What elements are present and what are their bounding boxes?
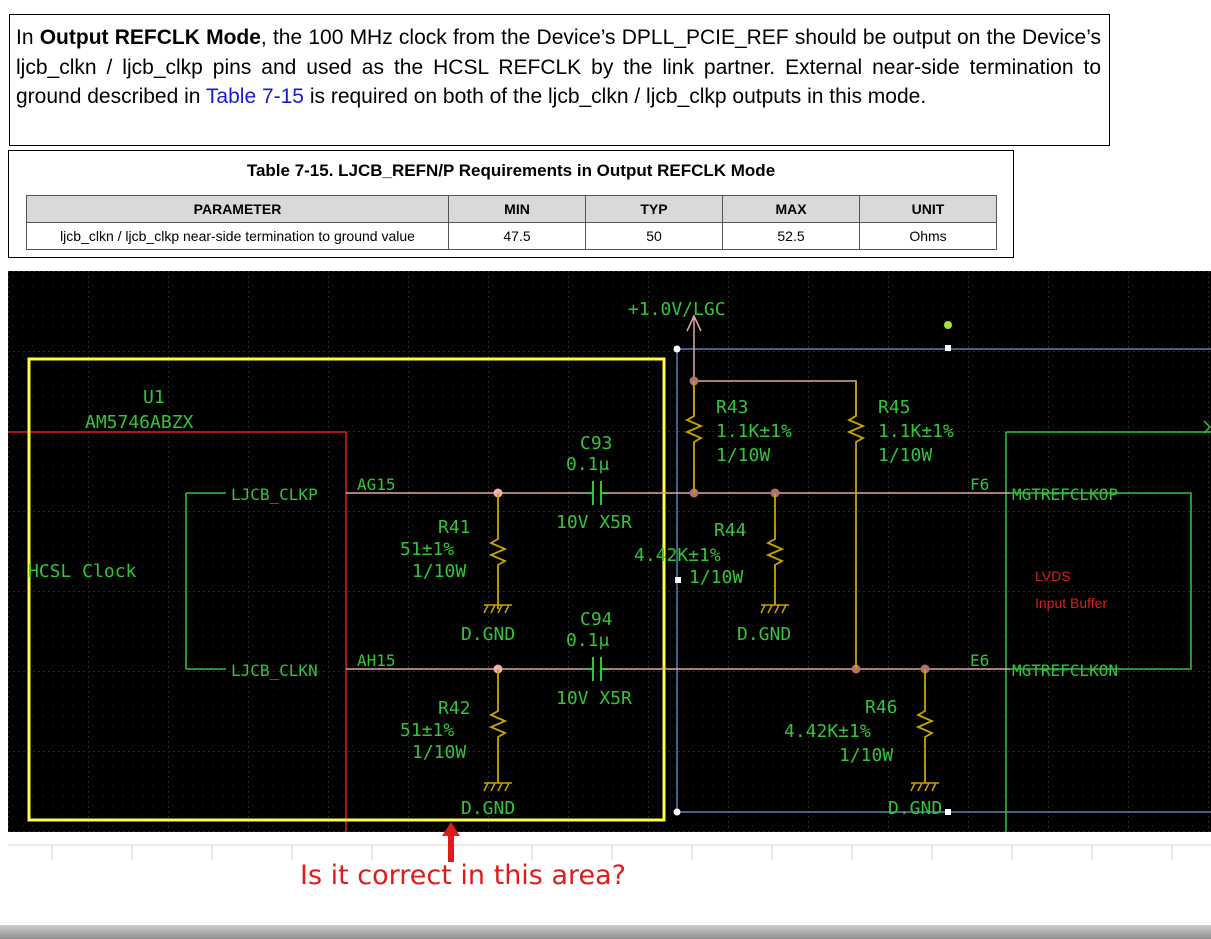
c93-rating-label: 10V X5R — [556, 512, 632, 533]
hcsl-clock-label: HCSL Clock — [28, 561, 137, 582]
r43-ref-label: R43 — [716, 397, 749, 418]
c93-ref-label: C93 — [580, 433, 613, 454]
r44-value-label: 4.42K±1% — [634, 545, 721, 566]
r41-value-label: 51±1% — [400, 539, 454, 560]
cell-max: 52.5 — [722, 222, 860, 250]
cell-unit: Ohms — [859, 222, 997, 250]
r42-ref-label: R42 — [438, 698, 471, 719]
r46-power-label: 1/10W — [839, 745, 893, 766]
header-max: MAX — [722, 195, 860, 223]
pin-clkp-label: LJCB_CLKP — [231, 485, 318, 504]
r44-power-label: 1/10W — [689, 567, 743, 588]
r42-power-label: 1/10W — [412, 742, 466, 763]
header-parameter: PARAMETER — [26, 195, 449, 223]
r45-power-label: 1/10W — [878, 445, 932, 466]
header-min: MIN — [448, 195, 586, 223]
table-header-row: PARAMETER MIN TYP MAX UNIT — [26, 195, 997, 223]
r43-value-label: 1.1K±1% — [716, 421, 792, 442]
para-text-1: In — [16, 26, 40, 49]
cell-typ: 50 — [585, 222, 723, 250]
ball-clkn-label: AH15 — [357, 651, 396, 670]
c94-ref-label: C94 — [580, 609, 613, 630]
net-p-label: MGTREFCLKOP — [1012, 485, 1118, 504]
r45-value-label: 1.1K±1% — [878, 421, 954, 442]
gnd-label: D.GND — [461, 798, 515, 819]
schematic-svg: +1.0V/LGC U1 AM5746ABZX HCSL Clock LJCB_… — [8, 271, 1211, 832]
ball-f6-label: F6 — [970, 475, 989, 494]
r41-ref-label: R41 — [438, 517, 471, 538]
c94-rating-label: 10V X5R — [556, 688, 632, 709]
schematic-canvas: +1.0V/LGC U1 AM5746ABZX HCSL Clock LJCB_… — [8, 271, 1211, 832]
c93-value-label: 0.1μ — [566, 454, 610, 475]
input-buffer-label: Input Buffer — [1035, 595, 1107, 611]
cell-min: 47.5 — [448, 222, 586, 250]
c94-value-label: 0.1μ — [566, 630, 610, 651]
description-paragraph: In Output REFCLK Mode, the 100 MHz clock… — [9, 14, 1110, 146]
question-annotation: Is it correct in this area? — [300, 860, 626, 891]
header-typ: TYP — [585, 195, 723, 223]
r46-value-label: 4.42K±1% — [784, 721, 871, 742]
net-n-label: MGTREFCLKON — [1012, 661, 1118, 680]
cell-parameter: ljcb_clkn / ljcb_clkp near-side terminat… — [26, 222, 449, 250]
r45-ref-label: R45 — [878, 397, 911, 418]
gnd-label: D.GND — [888, 798, 942, 819]
gnd-label: D.GND — [737, 624, 791, 645]
r46-ref-label: R46 — [865, 697, 898, 718]
table-title: Table 7-15. LJCB_REFN/P Requirements in … — [246, 161, 776, 180]
requirements-table-box: Table 7-15. LJCB_REFN/P Requirements in … — [8, 150, 1014, 258]
power-rail-label: +1.0V/LGC — [628, 299, 726, 320]
bottom-bar — [0, 925, 1211, 939]
ball-clkp-label: AG15 — [357, 475, 396, 494]
para-text-3: is required on both of the ljcb_clkn / l… — [304, 85, 927, 108]
r44-ref-label: R44 — [714, 520, 747, 541]
table-row: ljcb_clkn / ljcb_clkp near-side terminat… — [26, 222, 997, 250]
r41-power-label: 1/10W — [412, 561, 466, 582]
table-reference-link[interactable]: Table 7-15 — [206, 85, 304, 108]
header-unit: UNIT — [859, 195, 997, 223]
arrow-up-icon — [442, 822, 460, 862]
u1-ref-label: U1 — [143, 387, 165, 408]
r42-value-label: 51±1% — [400, 720, 454, 741]
lvds-label: LVDS — [1035, 568, 1071, 584]
u1-part-label: AM5746ABZX — [85, 412, 194, 433]
pin-clkn-label: LJCB_CLKN — [231, 661, 318, 680]
ball-e6-label: E6 — [970, 651, 989, 670]
requirements-table: PARAMETER MIN TYP MAX UNIT ljcb_clkn / l… — [26, 195, 997, 250]
r43-power-label: 1/10W — [716, 445, 770, 466]
gnd-label: D.GND — [461, 624, 515, 645]
para-bold-mode: Output REFCLK Mode — [39, 26, 261, 49]
ruler-strip — [8, 844, 1211, 860]
